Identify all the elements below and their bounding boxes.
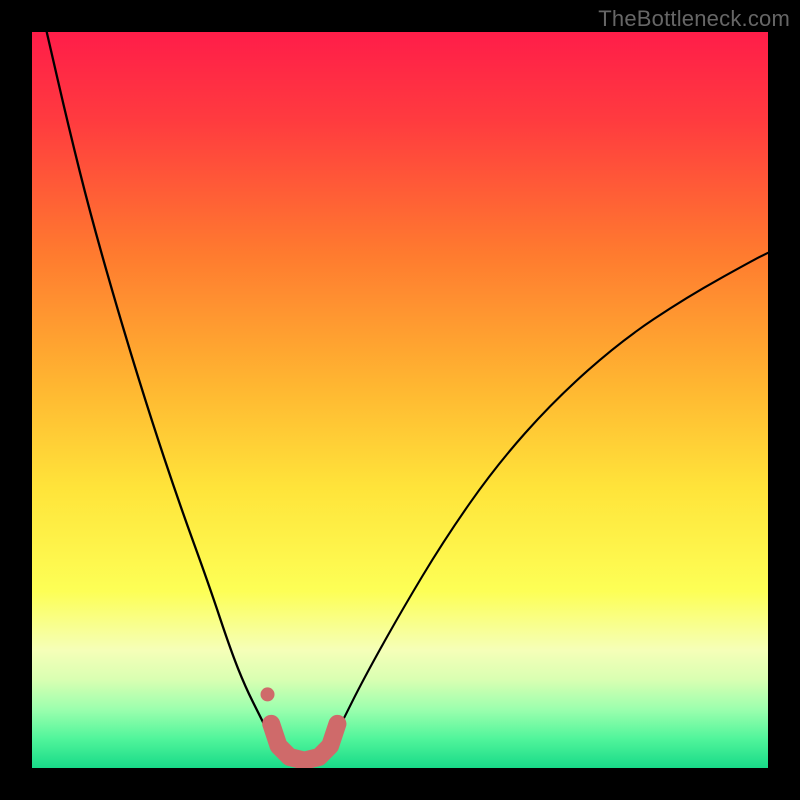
chart-curves (32, 32, 768, 768)
curve-left (47, 32, 279, 753)
watermark-text: TheBottleneck.com (598, 6, 790, 32)
valley-dot (261, 687, 275, 701)
valley-highlight (271, 724, 337, 761)
curve-right (326, 253, 768, 753)
chart-frame (32, 32, 768, 768)
